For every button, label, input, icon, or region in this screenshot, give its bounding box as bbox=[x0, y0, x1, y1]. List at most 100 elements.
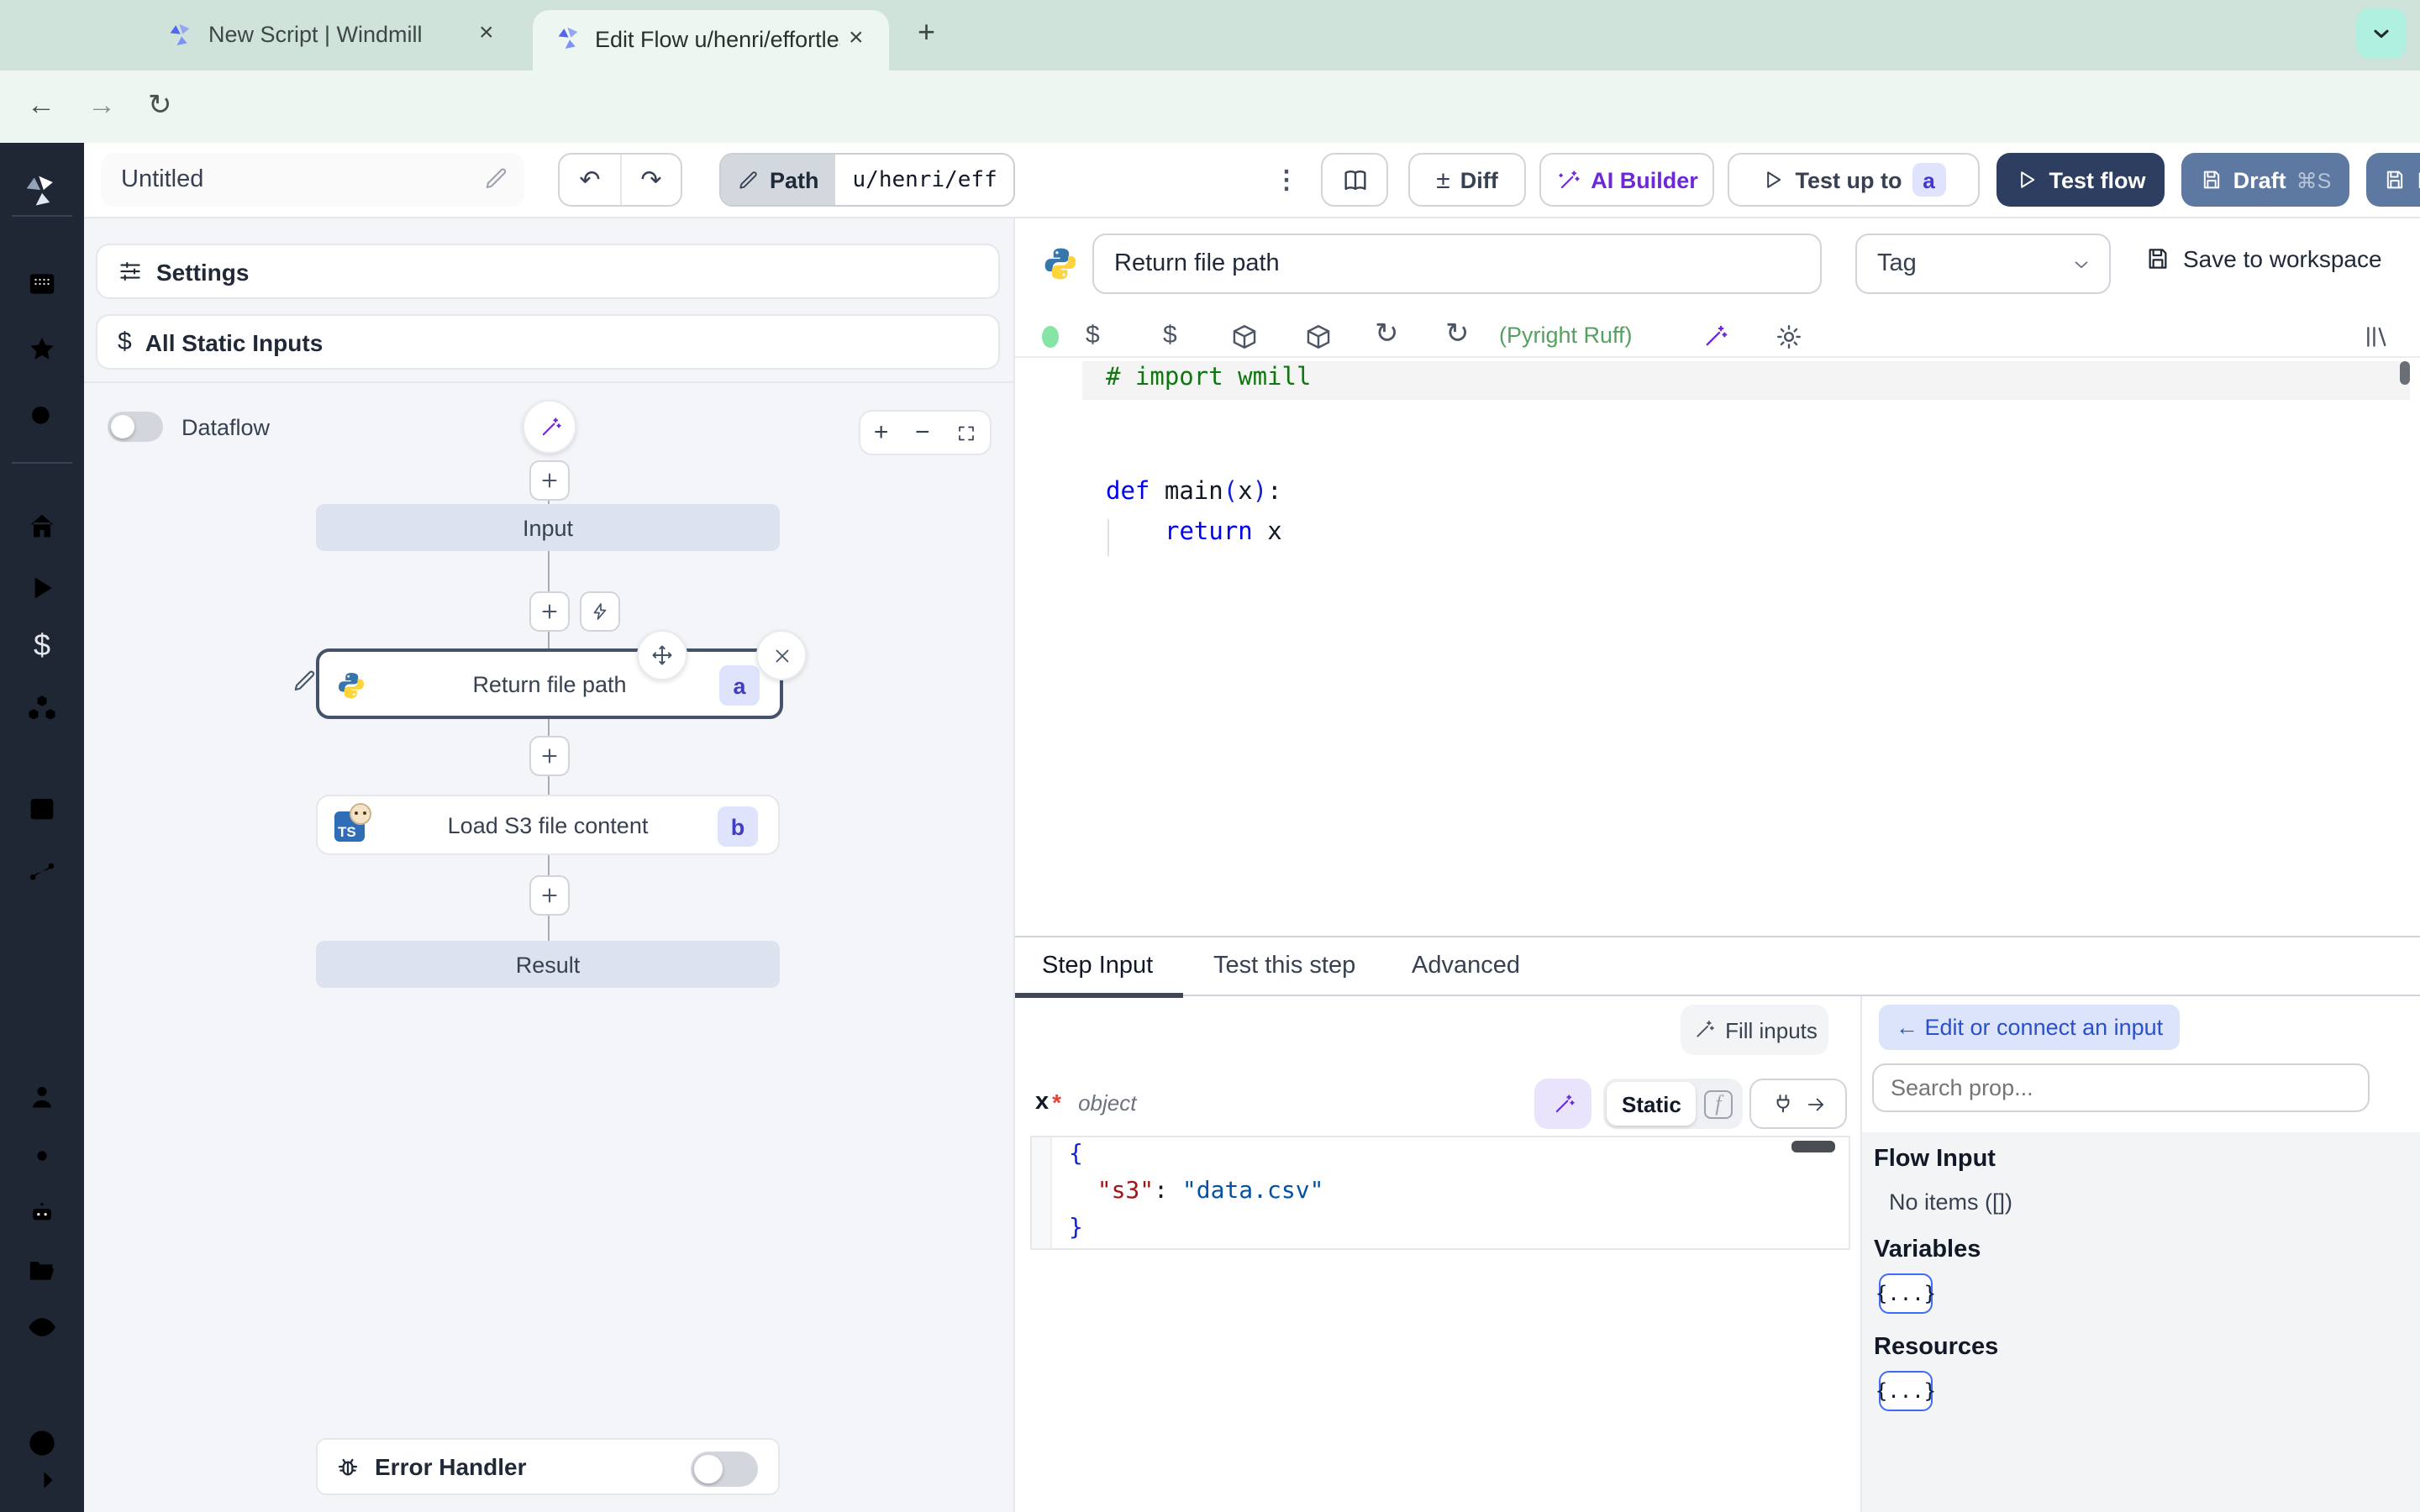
move-step-button[interactable] bbox=[637, 630, 687, 680]
editor-settings-gear-icon[interactable] bbox=[1775, 323, 1803, 351]
dataflow-toggle[interactable] bbox=[108, 412, 163, 442]
draft-button[interactable]: Draft ⌘S bbox=[2181, 153, 2349, 207]
tag-select[interactable]: Tag bbox=[1855, 234, 2111, 294]
sidebar-item-user-icon[interactable] bbox=[25, 1080, 59, 1114]
sidebar-item-home-icon[interactable] bbox=[25, 509, 59, 543]
add-step-button[interactable] bbox=[529, 591, 570, 632]
windmill-logo[interactable] bbox=[24, 173, 60, 210]
flow-name-field[interactable]: Untitled bbox=[101, 153, 524, 207]
connect-input-button[interactable] bbox=[1749, 1079, 1847, 1129]
resources-object-button[interactable]: {...} bbox=[1876, 1371, 1936, 1411]
test-up-to-button[interactable]: Test up to a bbox=[1728, 153, 1980, 207]
test-flow-button[interactable]: Test flow bbox=[1996, 153, 2165, 207]
path-value[interactable]: u/henri/eff bbox=[835, 155, 1014, 205]
tab-step-input[interactable]: Step Input bbox=[1042, 953, 1153, 979]
sidebar-item-favorites-icon[interactable] bbox=[25, 333, 59, 366]
scrollbar-thumb[interactable] bbox=[1791, 1141, 1835, 1152]
more-options-kebab-icon[interactable]: ⋮ bbox=[1274, 165, 1299, 195]
refresh-icon[interactable]: ↻ bbox=[1375, 318, 1399, 351]
library-icon[interactable] bbox=[2363, 323, 2391, 351]
windmill-favicon bbox=[558, 27, 578, 49]
expand-sidebar-arrow-icon[interactable] bbox=[25, 1463, 59, 1497]
step-name-input[interactable]: Return file path bbox=[1092, 234, 1822, 294]
input-mode-segment: Static f bbox=[1603, 1079, 1744, 1129]
sidebar-item-workers-robot-icon[interactable] bbox=[25, 1196, 59, 1230]
flow-graph-panel: Settings $ All Static Inputs Dataflow + … bbox=[84, 218, 1015, 1512]
path-button[interactable]: Path bbox=[721, 155, 836, 205]
flow-node-step-b[interactable]: TS Load S3 file content b bbox=[316, 795, 780, 855]
sidebar-item-settings-gear-icon[interactable] bbox=[25, 1139, 59, 1173]
docs-book-button[interactable] bbox=[1321, 153, 1388, 207]
sidebar-item-search-icon[interactable] bbox=[25, 400, 59, 433]
tab-close-icon[interactable]: × bbox=[479, 20, 494, 45]
redo-button[interactable]: ↷ bbox=[622, 155, 681, 205]
sidebar-item-audit-eye-icon[interactable] bbox=[25, 1310, 59, 1344]
refresh-icon[interactable]: ↻ bbox=[1445, 318, 1470, 351]
tab-advanced[interactable]: Advanced bbox=[1412, 953, 1520, 979]
package-box-icon[interactable] bbox=[1230, 323, 1259, 351]
arg-row-label: x * object bbox=[1035, 1089, 1136, 1116]
browser-tab-edit-flow[interactable]: Edit Flow u/henri/effortless_fl × bbox=[533, 10, 889, 71]
input-node-label: Input bbox=[522, 515, 574, 540]
add-trigger-button[interactable] bbox=[580, 591, 620, 632]
delete-step-button[interactable] bbox=[756, 630, 807, 680]
pencil-icon[interactable] bbox=[484, 166, 509, 192]
javascript-mode-button[interactable]: f bbox=[1697, 1082, 1740, 1126]
flow-node-step-a[interactable]: Return file path a bbox=[316, 648, 783, 719]
fullscreen-icon[interactable] bbox=[956, 423, 976, 443]
search-prop-input[interactable] bbox=[1872, 1063, 2370, 1112]
window-chevron-button[interactable] bbox=[2356, 8, 2407, 59]
diff-label: Diff bbox=[1460, 167, 1498, 192]
all-static-inputs-label: All Static Inputs bbox=[145, 328, 324, 355]
dollar-icon[interactable]: $ bbox=[1163, 321, 1177, 349]
json-line-s3: "s3": "data.csv" bbox=[1097, 1178, 1324, 1205]
undo-button[interactable]: ↶ bbox=[560, 155, 622, 205]
code-editor[interactable]: # import wmill def main(x): return x bbox=[1015, 356, 2420, 936]
package-box-icon[interactable] bbox=[1304, 323, 1333, 351]
back-icon[interactable]: ← bbox=[27, 89, 55, 123]
sidebar-item-apps-icon[interactable] bbox=[25, 267, 59, 301]
fill-inputs-button[interactable]: Fill inputs bbox=[1681, 1005, 1828, 1055]
dollar-icon[interactable]: $ bbox=[1086, 321, 1100, 349]
add-step-button[interactable] bbox=[529, 460, 570, 501]
browser-tab-new-script[interactable]: New Script | Windmill × bbox=[155, 0, 516, 71]
forward-icon[interactable]: → bbox=[87, 89, 116, 123]
edit-step-pencil-icon[interactable] bbox=[292, 669, 318, 694]
sidebar-item-variables-icon[interactable]: $ bbox=[25, 628, 59, 664]
wand-icon[interactable] bbox=[1701, 323, 1729, 351]
sidebar-item-schedules-icon[interactable] bbox=[25, 791, 59, 825]
sidebar-item-runs-icon[interactable] bbox=[25, 571, 59, 605]
diff-button[interactable]: ± Diff bbox=[1408, 153, 1526, 207]
flow-node-input[interactable]: Input bbox=[316, 504, 780, 551]
ai-flow-wand-button[interactable] bbox=[523, 400, 576, 454]
static-mode-button[interactable]: Static bbox=[1607, 1082, 1697, 1126]
ai-builder-button[interactable]: AI Builder bbox=[1539, 153, 1714, 207]
help-icon[interactable] bbox=[25, 1426, 59, 1460]
zoom-out-icon[interactable]: − bbox=[915, 418, 930, 447]
error-handler-card[interactable]: Error Handler bbox=[316, 1438, 780, 1495]
variables-object-button[interactable]: {...} bbox=[1876, 1273, 1936, 1314]
flow-settings-button[interactable]: Settings bbox=[96, 244, 1000, 299]
deploy-button[interactable]: Deploy bbox=[2366, 153, 2420, 207]
ai-fill-button[interactable] bbox=[1534, 1079, 1591, 1129]
edit-or-connect-back-button[interactable]: ← Edit or connect an input bbox=[1879, 1005, 2181, 1050]
sidebar-item-resources-icon[interactable] bbox=[25, 692, 59, 726]
tab-test-this-step[interactable]: Test this step bbox=[1213, 953, 1355, 979]
new-tab-icon[interactable]: + bbox=[918, 15, 935, 50]
tab-close-icon[interactable]: × bbox=[849, 25, 864, 50]
zoom-in-icon[interactable]: + bbox=[874, 418, 889, 447]
plus-icon bbox=[542, 748, 557, 764]
diff-icon: ± bbox=[1436, 165, 1450, 194]
save-to-workspace-button[interactable]: Save to workspace bbox=[2144, 245, 2382, 272]
error-handler-toggle[interactable] bbox=[691, 1452, 758, 1487]
sidebar-item-routes-icon[interactable] bbox=[25, 853, 59, 887]
add-step-button[interactable] bbox=[529, 875, 570, 916]
sidebar-item-folders-icon[interactable] bbox=[25, 1253, 59, 1287]
add-step-button[interactable] bbox=[529, 736, 570, 776]
step-input-json-editor[interactable]: { "s3": "data.csv" } bbox=[1030, 1136, 1850, 1250]
scrollbar-thumb[interactable] bbox=[2400, 361, 2410, 385]
all-static-inputs-button[interactable]: $ All Static Inputs bbox=[96, 314, 1000, 370]
flow-node-result[interactable]: Result bbox=[316, 941, 780, 988]
variables-section-title: Variables bbox=[1874, 1236, 1981, 1263]
reload-icon[interactable]: ↻ bbox=[148, 89, 172, 123]
